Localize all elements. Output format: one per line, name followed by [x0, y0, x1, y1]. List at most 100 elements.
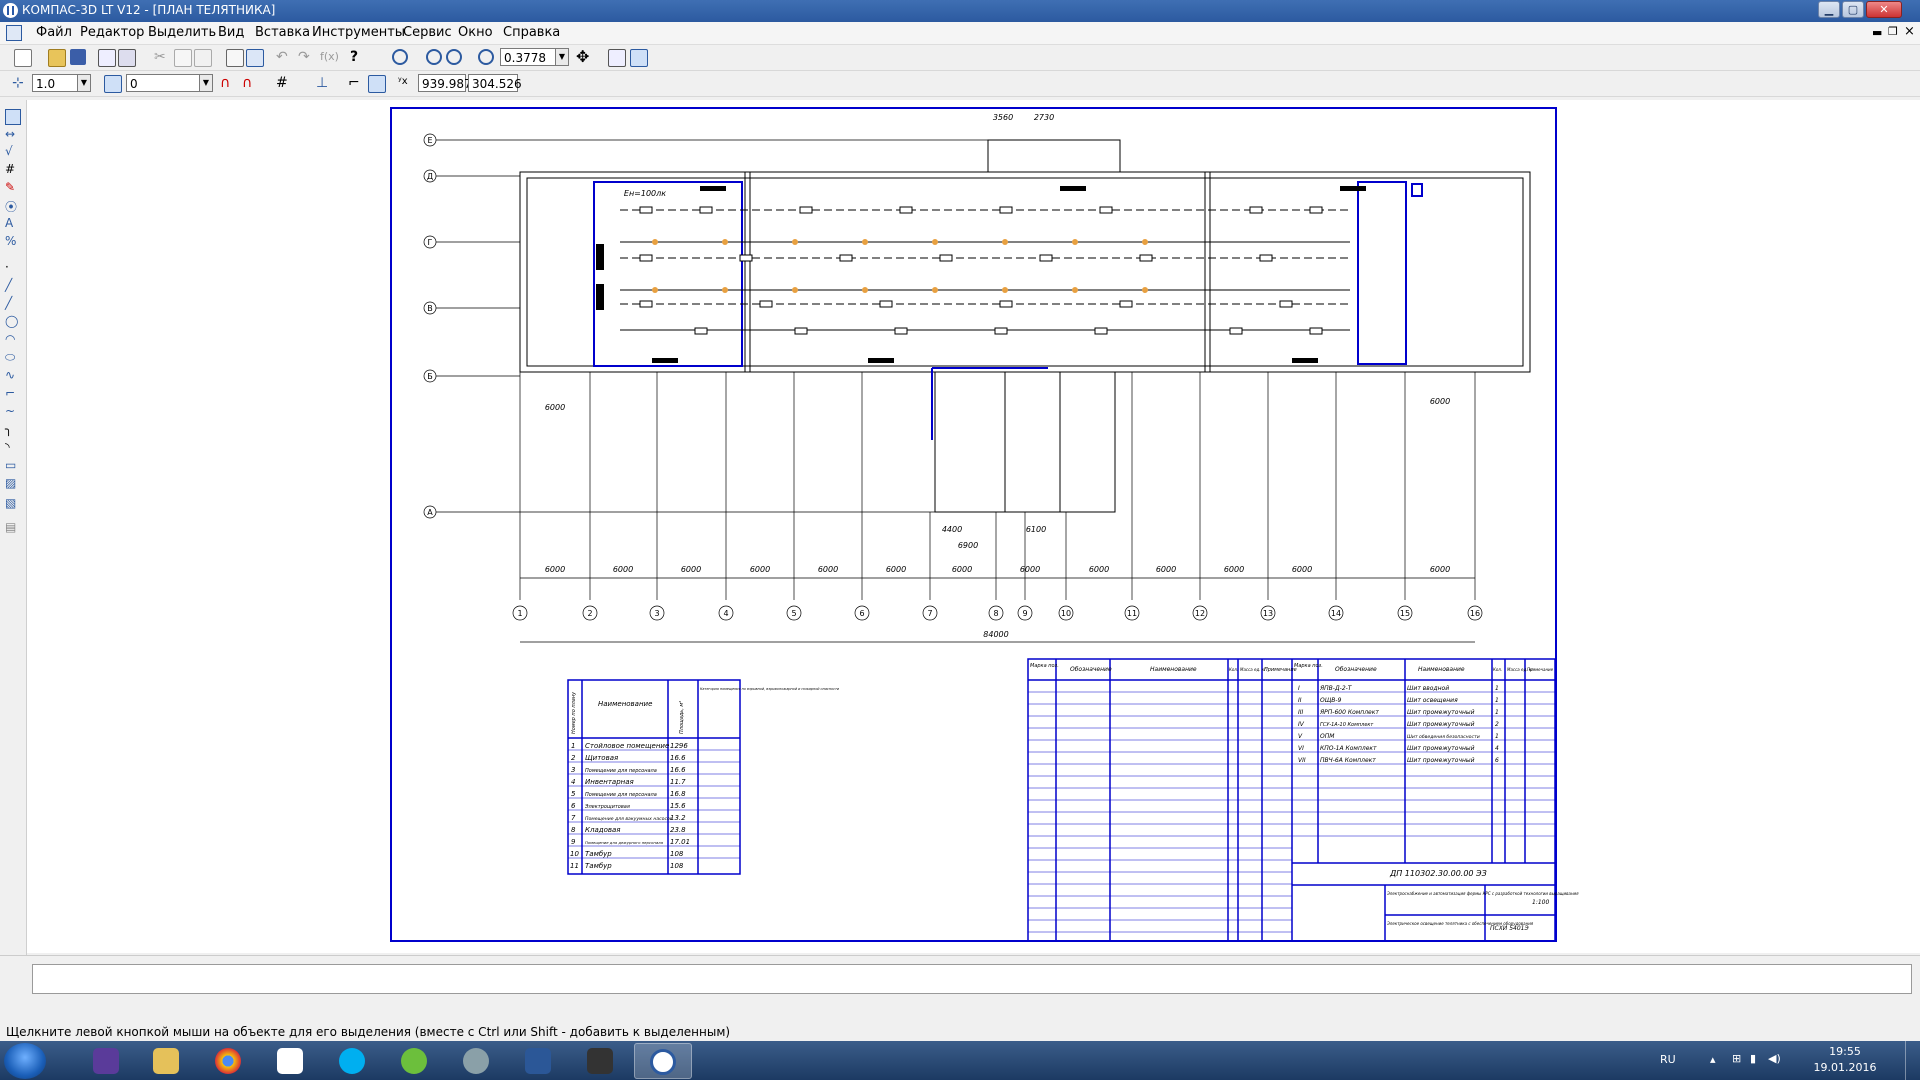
new-document-icon[interactable] [14, 49, 32, 67]
menu-edit[interactable]: Редактор [80, 25, 144, 40]
menu-service[interactable]: Сервис [403, 25, 452, 40]
bezier-tool-icon[interactable]: ~ [5, 404, 19, 418]
drawing-canvas[interactable]: Е Д Г В Б А 1 2 3 4 5 6 7 8 9 10 11 12 1… [27, 100, 1920, 953]
properties-icon[interactable] [226, 49, 244, 67]
menu-view[interactable]: Вид [218, 25, 244, 40]
menu-file[interactable]: Файл [36, 25, 72, 40]
taskbar-app-chrome[interactable] [200, 1043, 258, 1079]
layer-icon[interactable] [104, 75, 122, 93]
taskbar-app-utorrent[interactable] [386, 1043, 444, 1079]
zoom-field[interactable]: 0.3778 [500, 48, 556, 66]
hatch-tool-icon[interactable]: ▨ [5, 476, 19, 490]
macro-tool-icon[interactable]: ▤ [5, 520, 19, 534]
arc-tool-icon[interactable]: ◠ [5, 332, 19, 346]
tray-arrow-icon[interactable]: ▴ [1710, 1053, 1716, 1066]
circle-tool-icon[interactable]: ◯ [5, 314, 19, 328]
select-panel-icon[interactable]: A [5, 216, 19, 230]
minimize-button[interactable]: ▁ [1818, 1, 1840, 18]
line-tool-icon[interactable]: ╱ [5, 278, 19, 292]
parametrization-panel-icon[interactable]: ✎ [5, 180, 19, 194]
zoom-out-icon[interactable] [446, 49, 462, 65]
step-field[interactable]: 1.0 [32, 74, 78, 92]
edit-panel-icon[interactable]: # [5, 162, 19, 176]
polyline-tool-icon[interactable]: ⌐ [5, 386, 19, 400]
start-button[interactable] [4, 1043, 46, 1079]
layer-field[interactable]: 0 [126, 74, 200, 92]
point-tool-icon[interactable]: · [5, 260, 19, 274]
rectangle-tool-icon[interactable]: ▭ [5, 458, 19, 472]
clock-time[interactable]: 19:55 [1810, 1045, 1880, 1058]
formula-icon[interactable]: f(x) [320, 49, 339, 65]
document-icon[interactable] [6, 25, 22, 41]
zoom-window-icon[interactable] [392, 49, 408, 65]
undo-icon[interactable]: ↶ [276, 49, 292, 65]
layer-dropdown-arrow[interactable]: ▼ [199, 74, 213, 92]
menu-tools[interactable]: Инструменты [312, 25, 405, 40]
help-pointer-icon[interactable]: ? [350, 49, 366, 65]
taskbar-app-skype[interactable] [324, 1043, 382, 1079]
taskbar-app-tanks[interactable] [572, 1043, 630, 1079]
geometry-panel-icon[interactable] [5, 109, 21, 125]
manager-icon[interactable] [246, 49, 264, 67]
zoom-in-icon[interactable] [426, 49, 442, 65]
segment-tool-icon[interactable]: ╱ [5, 296, 19, 310]
zoom-dropdown-arrow[interactable]: ▼ [555, 48, 569, 66]
dimensions-panel-icon[interactable]: ↔ [5, 127, 19, 141]
windows-flag-icon[interactable]: ⊞ [1732, 1052, 1741, 1065]
doc-close-button[interactable]: × [1904, 24, 1915, 39]
taskbar-app-word[interactable] [510, 1043, 568, 1079]
svg-text:Шит вводной: Шит вводной [1407, 685, 1449, 692]
local-snap-icon[interactable]: ∩ [242, 75, 258, 91]
redo-icon[interactable]: ↷ [298, 49, 314, 65]
grid-icon[interactable]: # [276, 75, 292, 91]
volume-icon[interactable]: ◀) [1768, 1052, 1781, 1065]
preview-icon[interactable] [98, 49, 116, 67]
ellipse-tool-icon[interactable]: ⬭ [5, 350, 19, 364]
spline-tool-icon[interactable]: ∿ [5, 368, 19, 382]
snap-magnet-icon[interactable]: ∩ [220, 75, 236, 91]
taskbar-app-dvd[interactable] [448, 1043, 506, 1079]
fillet-tool-icon[interactable]: ╮ [5, 422, 19, 436]
open-folder-icon[interactable] [48, 49, 66, 67]
doc-restore-button[interactable]: ❐ [1888, 25, 1898, 38]
maximize-button[interactable]: ▢ [1842, 1, 1864, 18]
copy-icon[interactable] [174, 49, 192, 67]
network-icon[interactable]: ▮ [1750, 1052, 1756, 1065]
doc-minimize-button[interactable]: ▬ [1872, 26, 1882, 39]
ortho-icon[interactable]: ⌐ [348, 75, 364, 91]
taskbar-app-media[interactable] [78, 1043, 136, 1079]
chamfer-tool-icon[interactable]: ◝ [5, 440, 19, 454]
taskbar-app-kompas[interactable] [634, 1043, 692, 1079]
fill-tool-icon[interactable]: ▧ [5, 496, 19, 510]
round-coords-icon[interactable] [368, 75, 386, 93]
taskbar-app-file[interactable] [262, 1043, 320, 1079]
step-cursor-icon[interactable]: ⊹ [12, 75, 28, 91]
coord-x-field[interactable]: 939.987 [418, 74, 472, 92]
zoom-scale-icon[interactable] [478, 49, 494, 65]
svg-text:ПВЧ-6А Комплект: ПВЧ-6А Комплект [1320, 757, 1376, 764]
menu-help[interactable]: Справка [503, 25, 560, 40]
menu-select[interactable]: Выделить [148, 25, 216, 40]
menu-window[interactable]: Окно [458, 25, 493, 40]
coord-y-field[interactable]: 304.526 [468, 74, 522, 92]
clock-date[interactable]: 19.01.2016 [1810, 1061, 1880, 1074]
menu-insert[interactable]: Вставка [255, 25, 310, 40]
close-button[interactable]: ✕ [1866, 1, 1902, 18]
save-icon[interactable] [70, 49, 86, 65]
print-icon[interactable] [118, 49, 136, 67]
show-desktop-button[interactable] [1905, 1041, 1920, 1080]
symbols-panel-icon[interactable]: √ [5, 144, 19, 158]
measure-panel-icon[interactable]: ⦿ [5, 198, 19, 214]
pan-icon[interactable]: ✥ [576, 49, 592, 65]
cut-icon[interactable]: ✂ [154, 49, 170, 65]
kompas-app-icon[interactable] [3, 3, 18, 18]
step-dropdown-arrow[interactable]: ▼ [77, 74, 91, 92]
paste-icon[interactable] [194, 49, 212, 67]
refresh-view-icon[interactable] [608, 49, 626, 67]
taskbar-app-explorer[interactable] [138, 1043, 196, 1079]
properties-field[interactable] [32, 964, 1912, 994]
language-indicator[interactable]: RU [1660, 1053, 1676, 1066]
local-cs-icon[interactable]: ⊥ [316, 75, 332, 91]
spec-panel-icon[interactable]: % [5, 234, 19, 248]
show-all-icon[interactable] [630, 49, 648, 67]
